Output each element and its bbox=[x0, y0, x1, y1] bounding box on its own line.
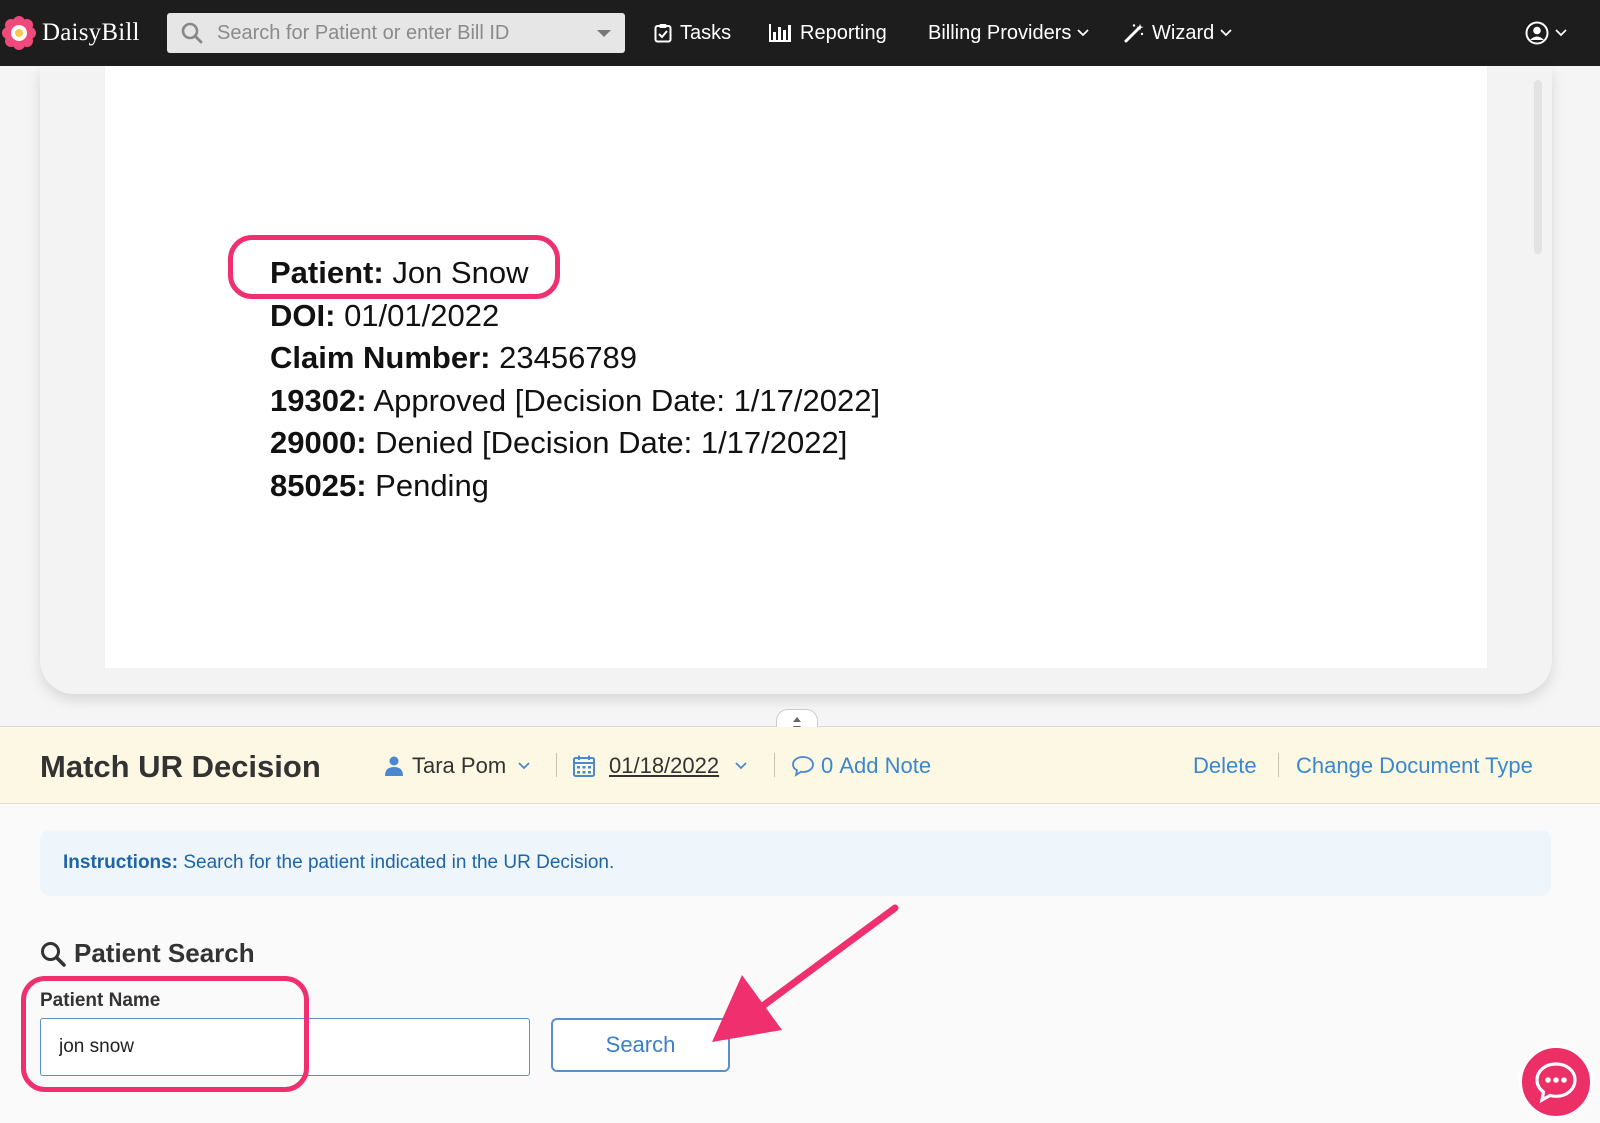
chevron-down-icon[interactable] bbox=[597, 30, 611, 37]
search-placeholder: Search for Patient or enter Bill ID bbox=[217, 21, 510, 44]
instructions-label: Instructions: bbox=[63, 852, 179, 873]
decision-date: 01/18/2022 bbox=[609, 753, 720, 778]
doc-line-claim-number: Claim Number: 23456789 bbox=[270, 340, 638, 375]
change-document-type-button[interactable]: Change Document Type bbox=[1296, 753, 1533, 779]
match-header: Match UR Decision Tara Pom 01/18/2022 0 … bbox=[0, 727, 1600, 804]
nav-billing-providers-label: Billing Providers bbox=[928, 21, 1072, 44]
daisy-logo-icon bbox=[2, 16, 36, 50]
user-icon bbox=[385, 756, 403, 776]
doc-line-19302: 19302: Approved [Decision Date: 1/17/202… bbox=[270, 382, 881, 418]
change-document-type-label: Change Document Type bbox=[1296, 753, 1533, 778]
patient-name-highlight-outline bbox=[21, 976, 309, 1092]
top-navbar: DaisyBill Search for Patient or enter Bi… bbox=[0, 0, 1600, 66]
wand-icon bbox=[1124, 24, 1144, 43]
chevron-down-icon bbox=[1220, 29, 1232, 37]
patient-highlight-outline bbox=[228, 235, 560, 299]
instructions-box: Instructions: Search for the patient ind… bbox=[40, 830, 1551, 896]
match-panel: Instructions: Search for the patient ind… bbox=[0, 804, 1600, 1123]
divider bbox=[556, 753, 557, 777]
delete-button[interactable]: Delete bbox=[1193, 753, 1257, 779]
nav-billing-providers[interactable]: Billing Providers bbox=[928, 18, 1097, 48]
global-search-input[interactable]: Search for Patient or enter Bill ID bbox=[167, 13, 625, 53]
note-count: 0 bbox=[821, 753, 834, 778]
instructions-text: Search for the patient indicated in the … bbox=[183, 852, 615, 873]
assignee-name: Tara Pom bbox=[412, 753, 507, 778]
document-scrollbar[interactable] bbox=[1534, 80, 1542, 254]
chevron-down-icon bbox=[1555, 29, 1567, 37]
divider bbox=[1278, 753, 1279, 777]
comment-icon bbox=[792, 756, 814, 777]
reporting-icon bbox=[769, 24, 791, 42]
nav-reporting-label: Reporting bbox=[800, 21, 887, 44]
add-note-button[interactable]: 0 Add Note bbox=[791, 753, 931, 779]
page-title: Match UR Decision bbox=[40, 749, 321, 784]
patient-search-heading: Patient Search bbox=[40, 938, 255, 969]
search-icon bbox=[41, 941, 66, 967]
date-picker[interactable]: 01/18/2022 bbox=[573, 753, 747, 779]
doc-line-doi: DOI: 01/01/2022 bbox=[270, 297, 500, 333]
user-circle-icon bbox=[1525, 21, 1549, 45]
app-logo[interactable]: DaisyBill bbox=[2, 16, 140, 50]
nav-wizard-label: Wizard bbox=[1152, 21, 1215, 44]
chevron-down-icon bbox=[1077, 29, 1090, 37]
nav-wizard[interactable]: Wizard bbox=[1124, 18, 1240, 48]
search-icon bbox=[181, 22, 203, 44]
tasks-icon bbox=[654, 24, 672, 43]
chat-button[interactable] bbox=[1519, 1045, 1593, 1119]
app-name: DaisyBill bbox=[42, 19, 140, 46]
chevron-down-icon bbox=[518, 762, 530, 770]
chat-icon bbox=[1535, 1062, 1577, 1103]
nav-tasks[interactable]: Tasks bbox=[654, 18, 731, 48]
assignee-dropdown[interactable]: Tara Pom bbox=[385, 753, 530, 779]
calendar-icon bbox=[573, 755, 595, 777]
delete-label: Delete bbox=[1193, 753, 1257, 778]
doc-line-29000: 29000: Denied [Decision Date: 1/17/2022] bbox=[270, 425, 848, 460]
nav-tasks-label: Tasks bbox=[680, 21, 732, 44]
search-button[interactable]: Search bbox=[551, 1018, 730, 1072]
add-note-label: Add Note bbox=[839, 753, 932, 778]
nav-reporting[interactable]: Reporting bbox=[768, 18, 887, 48]
doc-line-85025: 85025: Pending bbox=[270, 467, 489, 503]
user-menu[interactable] bbox=[1525, 18, 1575, 48]
divider bbox=[774, 753, 775, 777]
chevron-down-icon bbox=[735, 762, 747, 770]
